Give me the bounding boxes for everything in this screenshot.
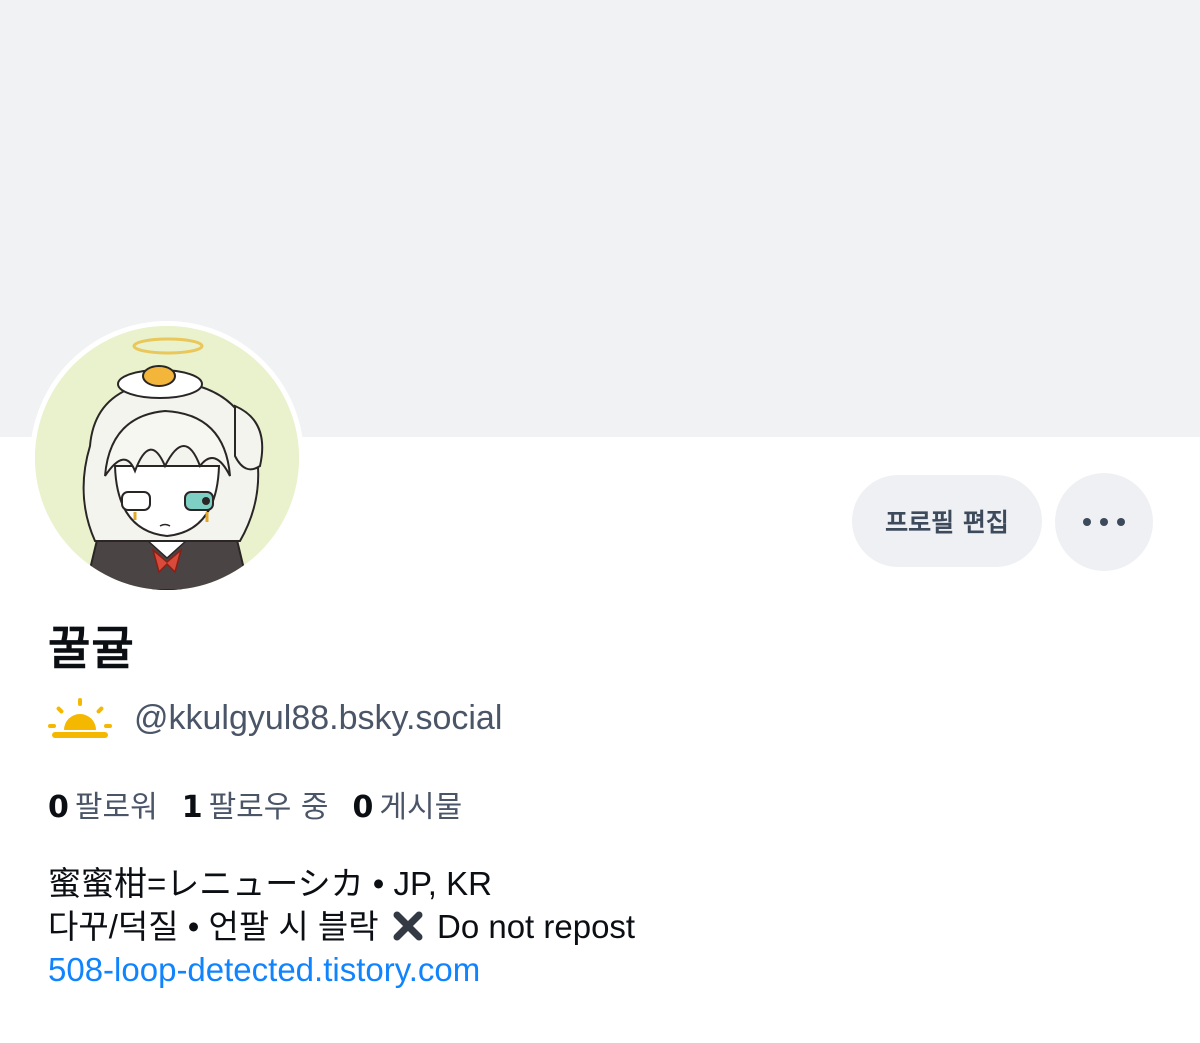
edit-profile-button[interactable]: 프로필 편집 — [852, 475, 1042, 567]
sun-rising-icon — [48, 698, 112, 738]
display-name: 꿀귤 — [48, 621, 135, 675]
posts-stat: 0 게시물 — [353, 782, 463, 826]
following-count: 1 — [181, 790, 203, 825]
bio-link[interactable]: 508-loop-detected.tistory.com — [48, 951, 480, 988]
following-stat[interactable]: 1 팔로우 중 — [182, 782, 329, 826]
profile-stats: 0 팔로워 1 팔로우 중 0 게시물 — [48, 782, 486, 826]
cross-mark-icon — [393, 911, 423, 941]
handle-row: @kkulgyul88.bsky.social — [48, 696, 502, 740]
followers-count: 0 — [48, 790, 69, 825]
posts-label: 게시물 — [379, 790, 463, 825]
avatar[interactable] — [35, 326, 299, 590]
profile-handle[interactable]: @kkulgyul88.bsky.social — [134, 699, 502, 738]
avatar-illustration — [35, 326, 299, 590]
profile-page: 프로필 편집 꿀귤 @kkulgyul88.bsky.social 0 팔로워 … — [0, 0, 1200, 1043]
posts-count: 0 — [352, 790, 374, 825]
more-horizontal-icon — [1083, 518, 1125, 526]
bio-line-1: 蜜蜜柑=レニューシカ • JP, KR — [48, 865, 492, 902]
more-options-button[interactable] — [1055, 473, 1153, 571]
bio-line-2: 다꾸/덕질 • 언팔 시 블락 Do not repost — [48, 905, 635, 948]
bio-line-3: 508-loop-detected.tistory.com — [48, 948, 635, 991]
followers-stat[interactable]: 0 팔로워 — [48, 782, 158, 826]
bio-line-2-text: 다꾸/덕질 • 언팔 시 블락 — [48, 908, 379, 945]
followers-label: 팔로워 — [74, 790, 158, 825]
bio-line-2-note: Do not repost — [436, 908, 636, 945]
following-label: 팔로우 중 — [208, 790, 329, 825]
profile-bio: 蜜蜜柑=レニューシカ • JP, KR 다꾸/덕질 • 언팔 시 블락 Do n… — [48, 862, 635, 991]
